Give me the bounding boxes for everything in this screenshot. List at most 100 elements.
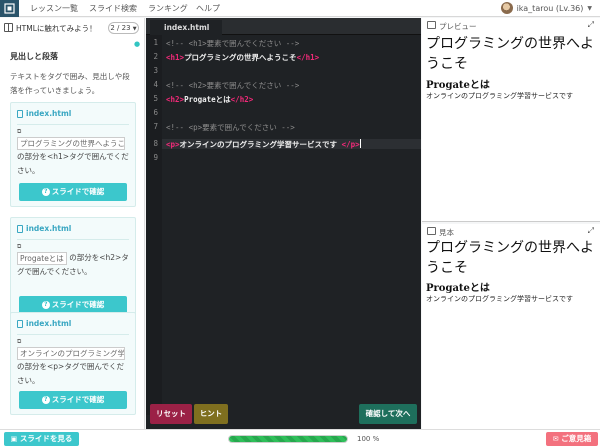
- button-label: ご意見箱: [561, 434, 592, 443]
- file-icon: [17, 319, 23, 328]
- answer-header: 見本 ⤢: [422, 224, 600, 238]
- editor-tabbar: index.html: [146, 18, 421, 35]
- code-line[interactable]: <!-- <h1>要素で囲んでください -->: [166, 38, 299, 49]
- slide-pager[interactable]: 2 / 23 ▼: [108, 22, 139, 34]
- slides-icon: ▣: [10, 435, 18, 443]
- line-number: 1: [153, 38, 158, 47]
- divider: [17, 334, 129, 335]
- task-file: index.html: [17, 224, 71, 233]
- caret-down-icon: ▼: [587, 4, 592, 12]
- line-number: 5: [153, 94, 158, 103]
- task-card: index.html ⧉ Progateとは の部分を<h2>タグで囲んでくださ…: [10, 217, 136, 320]
- progate-logo[interactable]: [0, 0, 19, 17]
- task-text: ⧉ オンラインのプログラミング学習サービスです の部分を<p>タグで囲んでくださ…: [17, 338, 131, 388]
- nav-ranking[interactable]: ランキング: [148, 3, 188, 14]
- code-snippet[interactable]: Progateとは: [17, 251, 67, 265]
- slide-check-button[interactable]: ? スライドで確認: [19, 391, 127, 409]
- view-slides-button[interactable]: ▣ スライドを見る: [4, 432, 79, 446]
- bottom-bar: ▣ スライドを見る 100 % ✉ ご意見箱: [0, 429, 600, 448]
- task-text: ⧉ プログラミングの世界へようこそ の部分を<h1>タグで囲んでください。: [17, 128, 131, 178]
- file-icon: [17, 224, 23, 233]
- task-card: index.html ⧉ オンラインのプログラミング学習サービスです の部分を<…: [10, 312, 136, 415]
- divider: [17, 124, 129, 125]
- answer-paragraph: オンラインのプログラミング学習サービスです: [426, 295, 573, 303]
- lesson-panel: HTMLに触れてみよう！ 2 / 23 ▼ ● 見出しと段落 テキストをタグで囲…: [0, 18, 145, 429]
- task-instruction: の部分を<h1>タグで囲んでください。: [17, 152, 129, 175]
- file-name: index.html: [26, 224, 72, 233]
- code-comment: <!-- <p>要素で囲んでください -->: [166, 123, 295, 132]
- file-icon: [17, 109, 23, 118]
- code-text: Progateとは: [184, 95, 231, 104]
- nav-lessons[interactable]: レッスン一覧: [30, 3, 78, 14]
- line-number: 7: [153, 122, 158, 131]
- slide-check-button[interactable]: ? スライドで確認: [19, 183, 127, 201]
- code-snippet[interactable]: プログラミングの世界へようこそ: [17, 136, 125, 150]
- book-icon: [427, 227, 436, 235]
- logo-icon: [4, 3, 15, 14]
- nav-help[interactable]: ヘルプ: [196, 3, 220, 14]
- file-name: index.html: [26, 109, 72, 118]
- code-snippet[interactable]: オンラインのプログラミング学習サービスです: [17, 346, 125, 360]
- section-title: 見出しと段落: [10, 52, 58, 61]
- line-number: 6: [153, 108, 158, 117]
- code-line[interactable]: <!-- <h2>要素で囲んでください -->: [166, 80, 299, 91]
- monitor-icon: [427, 21, 436, 29]
- nav-slide-search[interactable]: スライド検索: [89, 3, 137, 14]
- line-number: 4: [153, 80, 158, 89]
- expand-icon[interactable]: ⤢: [588, 226, 594, 236]
- code-line[interactable]: <p>オンラインのプログラミング学習サービスです </p>: [166, 139, 361, 150]
- answer-h1: プログラミングの世界へようこそ: [426, 240, 594, 276]
- check-circle-icon: ●: [134, 40, 141, 48]
- copy-icon[interactable]: ⧉: [17, 243, 131, 250]
- task-instruction: の部分を<p>タグで囲んでください。: [17, 362, 124, 385]
- preview-h2: Progateとは: [426, 80, 490, 91]
- tab-index-html[interactable]: index.html: [150, 20, 222, 35]
- code-open-tag: <h1>: [166, 53, 185, 62]
- book-icon: [4, 23, 13, 32]
- line-number: 2: [153, 52, 158, 61]
- button-label: スライドで確認: [51, 187, 105, 196]
- button-label: スライドで確認: [51, 395, 105, 404]
- code-editor[interactable]: index.html 1 2 3 4 5 6 7 8 9 <!-- <h1>要素…: [146, 18, 421, 429]
- lesson-header: HTMLに触れてみよう！ 2 / 23 ▼: [0, 18, 144, 40]
- code-line[interactable]: <h2>Progateとは</h2>: [166, 94, 253, 105]
- copy-icon[interactable]: ⧉: [17, 338, 131, 345]
- user-name: ika_tarou (Lv.36): [516, 3, 584, 13]
- question-icon: ?: [41, 188, 50, 196]
- feedback-button[interactable]: ✉ ご意見箱: [546, 432, 598, 446]
- lesson-title: HTMLに触れてみよう！: [16, 24, 97, 33]
- question-icon: ?: [41, 396, 50, 404]
- copy-icon[interactable]: ⧉: [17, 128, 131, 135]
- progress-fill: [229, 436, 347, 442]
- answer-h2: Progateとは: [426, 283, 490, 294]
- top-nav: レッスン一覧 スライド検索 ランキング ヘルプ ika_tarou (Lv.36…: [0, 0, 600, 17]
- section-description: テキストをタグで囲み、見出しや段落を作っていきましょう。: [10, 72, 130, 95]
- reset-button[interactable]: リセット: [150, 404, 192, 424]
- button-label: スライドで確認: [51, 300, 105, 309]
- preview-label: プレビュー: [439, 22, 477, 31]
- code-text: オンラインのプログラミング学習サービスです: [179, 140, 342, 149]
- user-menu[interactable]: ika_tarou (Lv.36) ▼: [500, 2, 592, 14]
- preview-paragraph: オンラインのプログラミング学習サービスです: [426, 92, 573, 100]
- task-file: index.html: [17, 319, 71, 328]
- file-name: index.html: [26, 319, 72, 328]
- expand-icon[interactable]: ⤢: [588, 20, 594, 30]
- answer-label: 見本: [439, 228, 454, 237]
- task-card: index.html ⧉ プログラミングの世界へようこそ の部分を<h1>タグで…: [10, 102, 136, 207]
- progress-text: 100 %: [357, 435, 380, 443]
- line-number: 3: [153, 66, 158, 75]
- task-file: index.html: [17, 109, 71, 118]
- code-comment: <!-- <h2>要素で囲んでください -->: [166, 81, 300, 90]
- hint-button[interactable]: ヒント: [194, 404, 228, 424]
- code-close-tag: </h1>: [296, 53, 320, 62]
- code-line[interactable]: <h1>プログラミングの世界へようこそ</h1>: [166, 52, 319, 63]
- editor-actions: リセット ヒント 確認して次へ: [146, 404, 421, 429]
- preview-header: プレビュー ⤢: [422, 18, 600, 32]
- check-next-button[interactable]: 確認して次へ: [359, 404, 417, 424]
- preview-h1: プログラミングの世界へようこそ: [426, 36, 594, 72]
- task-text: ⧉ Progateとは の部分を<h2>タグで囲んでください。: [17, 243, 131, 279]
- mail-icon: ✉: [552, 435, 559, 443]
- button-label: スライドを見る: [19, 434, 73, 443]
- question-icon: ?: [41, 301, 50, 309]
- code-line[interactable]: <!-- <p>要素で囲んでください -->: [166, 122, 295, 133]
